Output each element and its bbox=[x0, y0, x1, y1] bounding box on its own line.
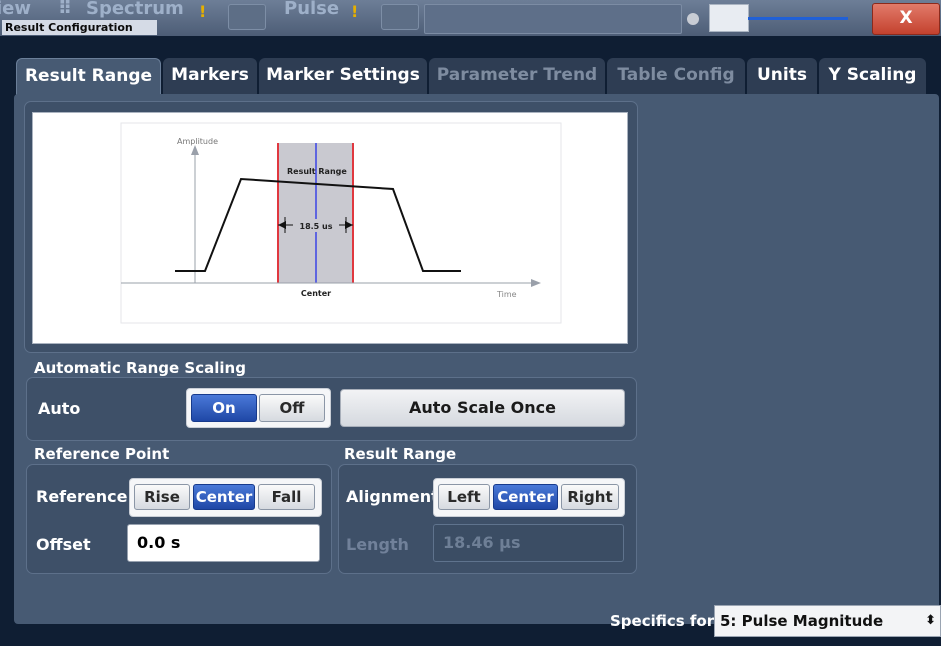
reference-rise-button[interactable]: Rise bbox=[134, 484, 190, 510]
tab-parameter-trend: Parameter Trend bbox=[429, 58, 605, 94]
tab-y-scaling[interactable]: Y Scaling bbox=[819, 58, 926, 94]
offset-input[interactable]: 0.0 s bbox=[127, 524, 320, 562]
alignment-selector: Left Center Right bbox=[433, 478, 625, 517]
background-block bbox=[228, 4, 266, 30]
auto-label: Auto bbox=[38, 399, 81, 418]
y-axis-label: Amplitude bbox=[177, 137, 218, 146]
alignment-left-button[interactable]: Left bbox=[438, 484, 490, 510]
tab-marker-settings[interactable]: Marker Settings bbox=[259, 58, 427, 94]
reference-selector: Rise Center Fall bbox=[129, 478, 322, 517]
specifics-label: Specifics for bbox=[610, 612, 715, 630]
range-label: Result Range bbox=[287, 167, 347, 176]
reference-label: Reference bbox=[36, 487, 128, 506]
select-arrow-icon: ⬍ bbox=[925, 613, 936, 628]
background-label-view: iew bbox=[0, 0, 32, 19]
length-input: 18.46 µs bbox=[433, 524, 624, 562]
x-axis-label: Time bbox=[496, 290, 517, 299]
tab-table-config: Table Config bbox=[607, 58, 745, 94]
background-label-pulse: Pulse bbox=[284, 0, 340, 19]
offset-label: Offset bbox=[36, 535, 91, 554]
auto-scaling-heading: Automatic Range Scaling bbox=[34, 359, 246, 377]
slider-knob[interactable] bbox=[709, 4, 749, 32]
reference-point-heading: Reference Point bbox=[34, 445, 170, 463]
tab-units[interactable]: Units bbox=[747, 58, 817, 94]
alignment-center-button[interactable]: Center bbox=[493, 484, 558, 510]
diagram-svg: Amplitude Result Range 18.5 us Center Ti… bbox=[120, 122, 562, 324]
reference-center-button[interactable]: Center bbox=[193, 484, 255, 510]
background-field bbox=[424, 4, 682, 34]
specifics-value: 5: Pulse Magnitude bbox=[720, 612, 884, 630]
background-icon: ⠿ bbox=[58, 0, 73, 19]
slider-track[interactable] bbox=[748, 17, 848, 20]
tab-markers[interactable]: Markers bbox=[163, 58, 257, 94]
specifics-select[interactable]: 5: Pulse Magnitude ⬍ bbox=[714, 605, 941, 637]
x-axis-arrow bbox=[531, 279, 541, 287]
status-circle-icon bbox=[687, 13, 699, 25]
background-block bbox=[381, 4, 419, 30]
alignment-right-button[interactable]: Right bbox=[561, 484, 619, 510]
auto-toggle: On Off bbox=[186, 388, 331, 428]
result-range-heading: Result Range bbox=[344, 445, 457, 463]
tab-result-range[interactable]: Result Range bbox=[16, 58, 161, 96]
auto-scale-once-button[interactable]: Auto Scale Once bbox=[340, 389, 625, 427]
close-button[interactable]: X bbox=[872, 3, 940, 35]
center-label: Center bbox=[301, 289, 331, 298]
length-label: Length bbox=[346, 535, 409, 554]
result-range-diagram: Amplitude Result Range 18.5 us Center Ti… bbox=[32, 112, 628, 344]
background-label-spectrum: Spectrum bbox=[86, 0, 184, 19]
warning-icon: ! bbox=[351, 2, 359, 21]
dialog-title: Result Configuration bbox=[2, 20, 157, 35]
warning-icon: ! bbox=[199, 2, 207, 21]
alignment-label: Alignment bbox=[346, 487, 439, 506]
y-axis-arrow bbox=[191, 145, 199, 155]
reference-fall-button[interactable]: Fall bbox=[258, 484, 315, 510]
auto-off-button[interactable]: Off bbox=[259, 394, 325, 422]
auto-on-button[interactable]: On bbox=[191, 394, 257, 422]
title-bar: iew ⠿ Spectrum ! Pulse ! Result Configur… bbox=[0, 0, 941, 36]
length-label: 18.5 us bbox=[300, 222, 333, 231]
